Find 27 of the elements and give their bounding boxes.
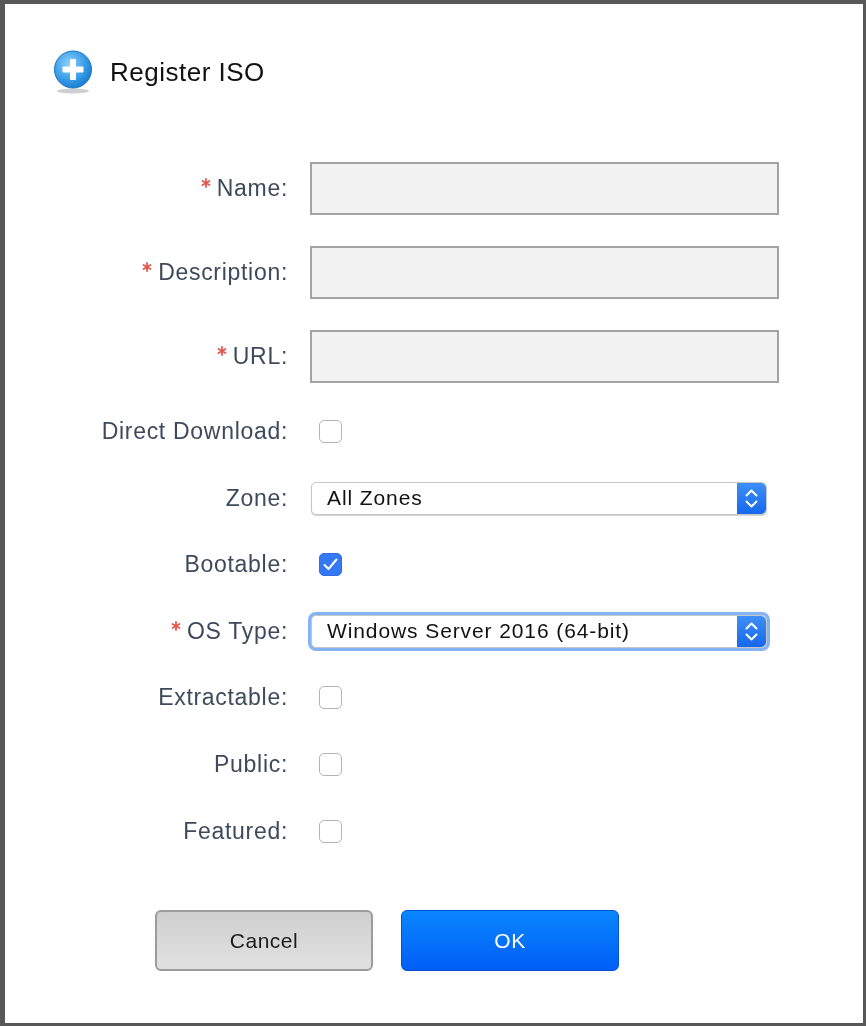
field-label: Extractable: <box>158 684 288 711</box>
field-label: URL: <box>232 342 288 370</box>
checkbox[interactable] <box>319 820 342 843</box>
checkbox[interactable] <box>319 420 342 443</box>
select-dropdown[interactable]: All Zones <box>311 481 767 515</box>
field-label: Description: <box>158 258 288 286</box>
text-input[interactable] <box>310 329 779 383</box>
text-input[interactable] <box>310 161 779 215</box>
checkmark-icon <box>323 558 338 571</box>
text-input[interactable] <box>310 245 779 299</box>
field-label: Bootable: <box>184 551 288 578</box>
checkbox[interactable] <box>319 686 342 709</box>
checkbox[interactable] <box>319 753 342 776</box>
field-label: Name: <box>216 174 288 202</box>
field-label: Direct Download: <box>101 418 288 445</box>
dialog-title: Register ISO <box>110 56 265 88</box>
field-label: Featured: <box>183 818 288 845</box>
up-down-arrows-icon <box>737 615 766 647</box>
cancel-button[interactable]: Cancel <box>155 910 373 971</box>
plus-circle-icon <box>53 50 93 94</box>
checkbox[interactable] <box>319 553 342 576</box>
ok-button[interactable]: OK <box>401 910 619 971</box>
field-label: Zone: <box>225 484 288 512</box>
up-down-arrows-icon <box>737 482 766 514</box>
select-dropdown[interactable]: Windows Server 2016 (64-bit) <box>311 614 767 648</box>
field-label: OS Type: <box>186 617 288 645</box>
field-label: Public: <box>214 751 288 778</box>
